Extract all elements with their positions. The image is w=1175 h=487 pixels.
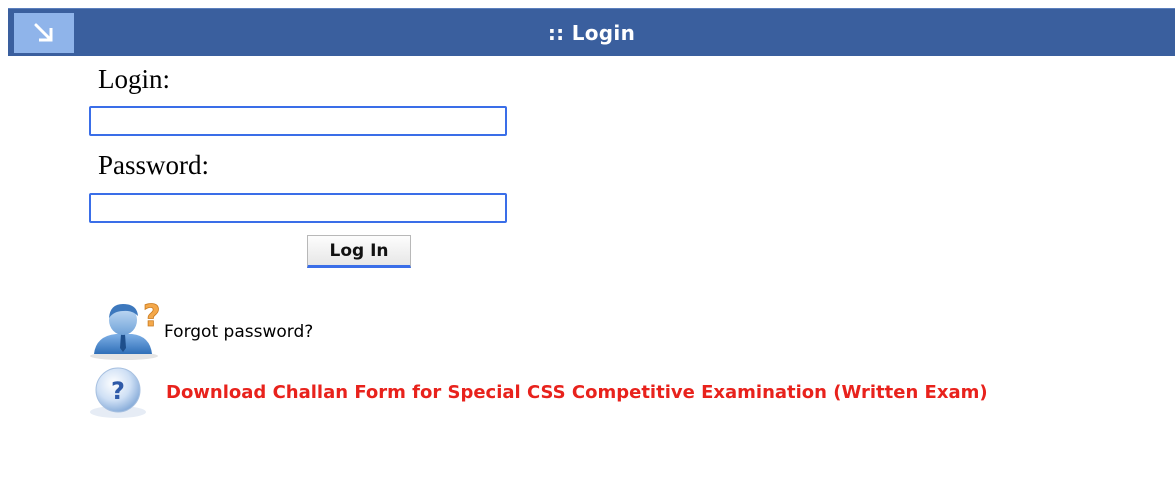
user-question-icon[interactable]: ?	[88, 296, 161, 360]
forgot-password-link[interactable]: Forgot password?	[164, 322, 313, 342]
challan-download-link[interactable]: Download Challan Form for Special CSS Co…	[166, 382, 988, 403]
login-button[interactable]: Log In	[307, 235, 411, 268]
login-input[interactable]	[89, 106, 507, 136]
help-icon[interactable]: ?	[88, 364, 150, 420]
password-label: Password:	[98, 150, 210, 180]
svg-text:?: ?	[111, 377, 125, 405]
svg-text:?: ?	[143, 299, 160, 334]
password-input[interactable]	[89, 193, 507, 223]
arrow-down-right-icon	[34, 23, 53, 42]
forgot-password-row: ? Forgot password?	[88, 296, 313, 360]
page-title: :: Login	[547, 20, 636, 45]
challan-download-row: ? Download Challan Form for Special CSS …	[88, 364, 988, 420]
clipped-top-text	[0, 0, 1175, 6]
login-header-bar: :: Login	[8, 8, 1175, 56]
login-label: Login:	[98, 64, 170, 94]
header-toggle-button[interactable]	[14, 13, 74, 53]
